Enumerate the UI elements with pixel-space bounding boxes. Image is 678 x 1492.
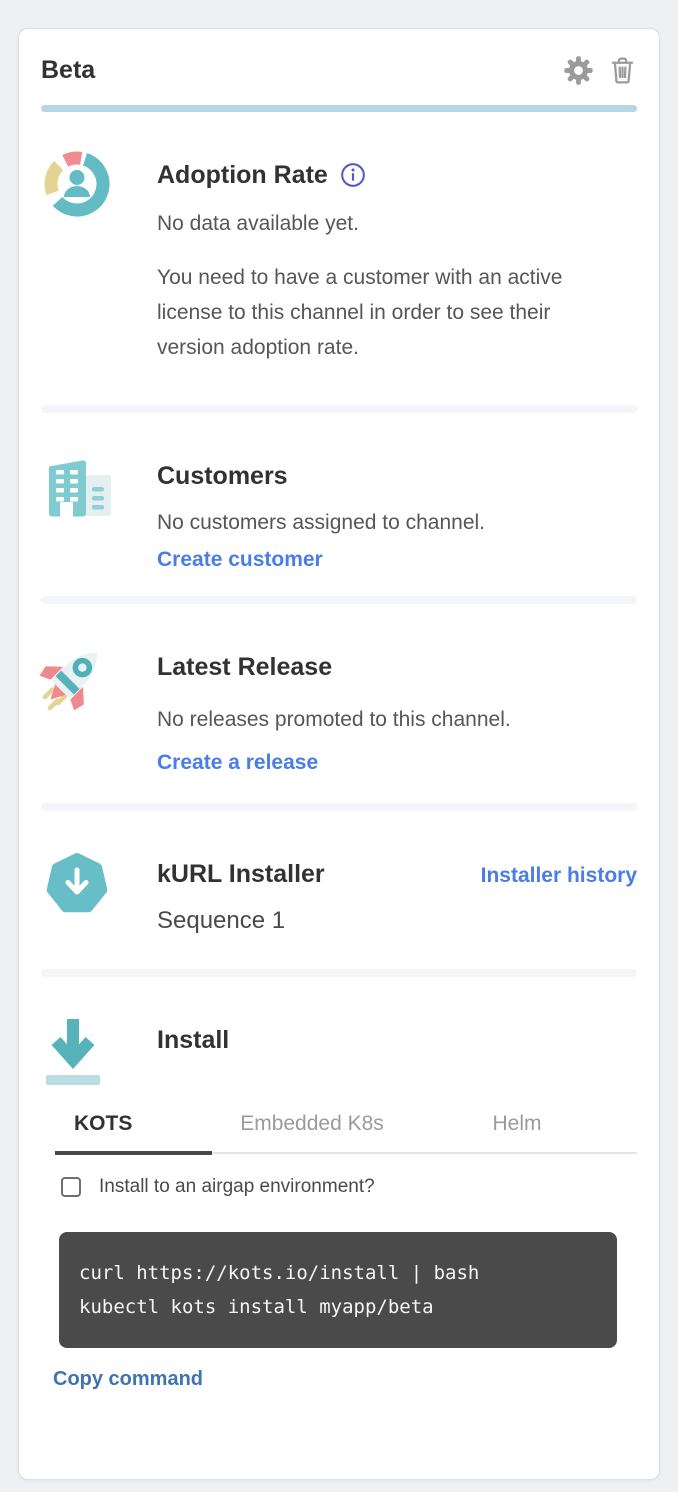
release-empty-text: No releases promoted to this channel.: [157, 702, 637, 737]
installer-sequence: Sequence 1: [157, 903, 637, 939]
installer-history-link[interactable]: Installer history: [481, 864, 637, 888]
install-tabs: KOTS Embedded K8s Helm: [55, 1112, 637, 1154]
code-line-1: curl https://kots.io/install | bash: [79, 1262, 479, 1284]
card-header: Beta: [41, 29, 637, 105]
adoption-help-text: You need to have a customer with an acti…: [157, 260, 607, 365]
header-actions: [563, 55, 637, 86]
section-kurl-installer: kURL Installer Installer history Sequenc…: [41, 847, 637, 939]
airgap-row: Install to an airgap environment?: [61, 1176, 637, 1198]
channel-color-bar: [41, 105, 637, 112]
adoption-rate-heading: Adoption Rate: [157, 156, 637, 194]
tab-kots[interactable]: KOTS: [55, 1112, 212, 1155]
tab-embedded-k8s[interactable]: Embedded K8s: [212, 1112, 412, 1152]
kurl-installer-title: kURL Installer: [157, 855, 325, 893]
settings-gear-icon[interactable]: [563, 55, 594, 86]
tab-helm[interactable]: Helm: [412, 1112, 622, 1152]
channel-card: Beta: [18, 28, 660, 1480]
adoption-rate-title: Adoption Rate: [157, 156, 328, 194]
section-divider: [41, 969, 637, 977]
create-release-link[interactable]: Create a release: [157, 751, 318, 775]
trash-icon[interactable]: [608, 55, 637, 86]
airgap-label: Install to an airgap environment?: [99, 1176, 375, 1198]
rocket-icon: [41, 640, 113, 775]
section-divider: [41, 405, 637, 413]
install-command-code: curl https://kots.io/install | bash kube…: [59, 1232, 617, 1348]
copy-command-link[interactable]: Copy command: [53, 1368, 203, 1391]
download-arrow-icon: [41, 1013, 113, 1098]
latest-release-title: Latest Release: [157, 648, 637, 686]
adoption-empty-text: No data available yet.: [157, 208, 637, 240]
customers-empty-text: No customers assigned to channel.: [157, 505, 637, 540]
section-adoption-rate: Adoption Rate No data available yet. You…: [41, 148, 637, 365]
create-customer-link[interactable]: Create customer: [157, 548, 323, 572]
heptagon-download-icon: [41, 847, 113, 939]
section-latest-release: Latest Release No releases promoted to t…: [41, 640, 637, 775]
section-divider: [41, 596, 637, 604]
install-title: Install: [157, 1021, 637, 1059]
buildings-icon: [41, 449, 113, 572]
adoption-rate-donut-icon: [41, 148, 113, 365]
customers-title: Customers: [157, 457, 637, 495]
section-install: Install: [41, 1013, 637, 1098]
section-customers: Customers No customers assigned to chann…: [41, 449, 637, 572]
airgap-checkbox[interactable]: [61, 1177, 81, 1197]
section-divider: [41, 803, 637, 811]
info-circle-icon[interactable]: [340, 162, 366, 188]
code-line-2: kubectl kots install myapp/beta: [79, 1296, 434, 1318]
channel-title: Beta: [41, 53, 95, 87]
